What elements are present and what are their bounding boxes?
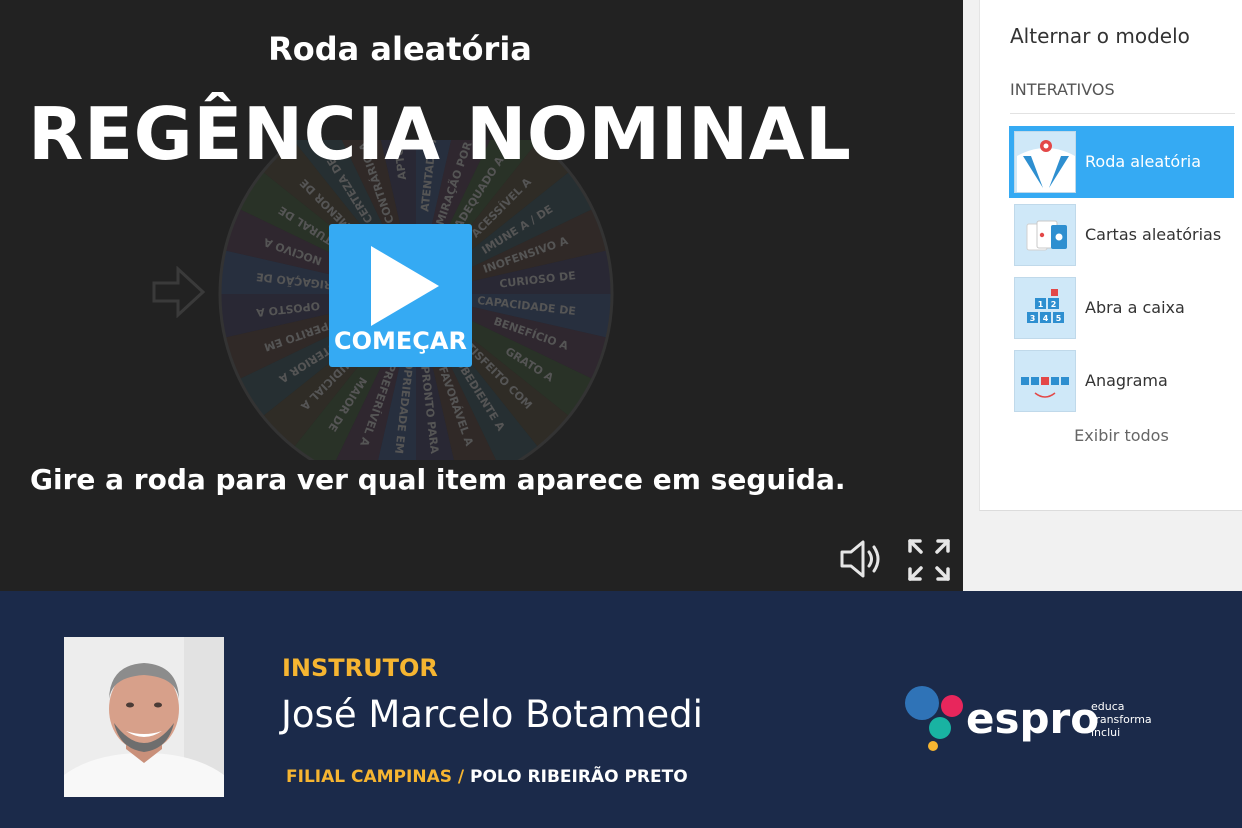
play-icon (371, 246, 439, 326)
template-sidebar: Alternar o modelo INTERATIVOS Roda aleat… (963, 0, 1242, 591)
instructor-role: INSTRUTOR (282, 654, 438, 682)
volume-icon[interactable] (838, 538, 884, 584)
template-item-anagrama[interactable]: Anagrama (1009, 345, 1234, 417)
instructor-name: José Marcelo Botamedi (281, 693, 703, 736)
instructor-photo (64, 637, 224, 797)
espro-logo: espro educa transforma inclui (902, 683, 1172, 763)
template-item-roda-aleatoria[interactable]: Roda aleatória (1009, 126, 1234, 198)
svg-text:1: 1 (1038, 300, 1044, 309)
logo-wordmark: espro (966, 694, 1099, 743)
show-all-link[interactable]: Exibir todos (1009, 426, 1234, 445)
template-item-label: Roda aleatória (1085, 152, 1202, 171)
start-button-label: COMEÇAR (334, 327, 467, 355)
campus-label: POLO RIBEIRÃO PRETO (470, 767, 688, 787)
anagram-icon (1014, 350, 1076, 412)
logo-tagline-1: educa (1091, 700, 1125, 713)
template-item-abra-a-caixa[interactable]: 12 345 Abra a caixa (1009, 272, 1234, 344)
template-item-label: Anagrama (1085, 371, 1168, 390)
logo-tagline-3: inclui (1091, 726, 1120, 739)
start-button[interactable]: COMEÇAR (329, 224, 472, 367)
section-heading: INTERATIVOS (1010, 80, 1115, 99)
switch-template-heading: Alternar o modelo (1010, 24, 1190, 48)
divider (1010, 113, 1235, 114)
svg-text:5: 5 (1056, 314, 1062, 323)
svg-text:4: 4 (1043, 314, 1049, 323)
branch-label: FILIAL CAMPINAS / (286, 767, 465, 787)
instructor-location: FILIAL CAMPINAS / POLO RIBEIRÃO PRETO (286, 767, 688, 787)
wheel-icon (1014, 131, 1076, 193)
activity-title: REGÊNCIA NOMINAL (28, 92, 852, 176)
template-panel: Alternar o modelo INTERATIVOS Roda aleat… (979, 0, 1242, 511)
fullscreen-icon[interactable] (906, 537, 952, 587)
instructor-banner: INSTRUTOR José Marcelo Botamedi FILIAL C… (0, 591, 1242, 828)
logo-tagline-2: transforma (1091, 713, 1152, 726)
svg-text:3: 3 (1030, 314, 1036, 323)
pointer-arrow-icon (152, 265, 206, 322)
template-item-label: Abra a caixa (1085, 298, 1185, 317)
template-item-cartas-aleatorias[interactable]: Cartas aleatórias (1009, 199, 1234, 271)
template-title: Roda aleatória (268, 30, 532, 68)
template-item-label: Cartas aleatórias (1085, 225, 1222, 244)
activity-stage: ATENTADO A ADMIRAÇÃO POR ADEQUADO A ACESSÍV… (0, 0, 963, 591)
cards-icon (1014, 204, 1076, 266)
instructions-text: Gire a roda para ver qual item aparece e… (30, 463, 846, 496)
svg-text:2: 2 (1051, 300, 1057, 309)
boxes-icon: 12 345 (1014, 277, 1076, 339)
